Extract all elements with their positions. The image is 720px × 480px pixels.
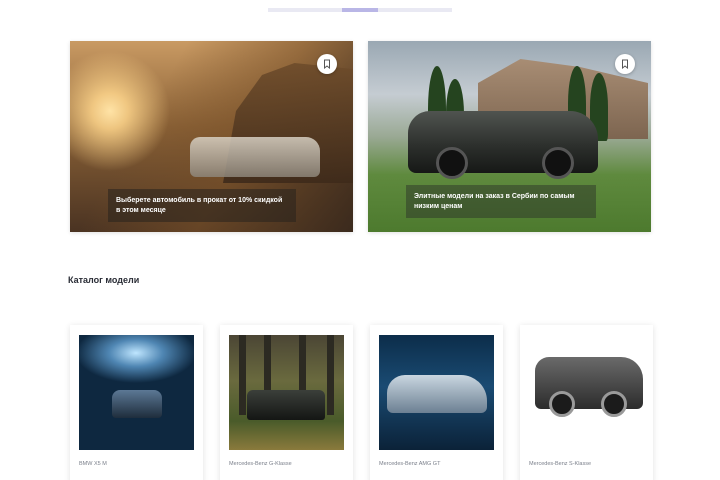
model-thumb-tree	[239, 335, 246, 415]
model-label: Mercedes-Benz S-Klasse	[529, 461, 592, 467]
model-thumbnail	[379, 335, 494, 450]
model-card[interactable]: Mercedes-Benz S-Klasse	[520, 325, 653, 480]
hero-card-rental-discount[interactable]: Выберете автомобиль в прокат от 10% скид…	[70, 41, 353, 232]
model-thumbnail	[529, 335, 644, 450]
hero-card-elite-models[interactable]: Элитные модели на заказ в Сербии по самы…	[368, 41, 651, 232]
hero-caption: Элитные модели на заказ в Сербии по самы…	[406, 185, 596, 218]
hero-photo-car	[190, 137, 320, 177]
model-car-image	[112, 390, 162, 418]
model-label: Mercedes-Benz G-Klasse	[229, 461, 292, 467]
hero-caption: Выберете автомобиль в прокат от 10% скид…	[108, 189, 296, 222]
bookmark-icon[interactable]	[317, 54, 337, 74]
model-thumbnail	[79, 335, 194, 450]
pager-dot-5[interactable]	[415, 8, 452, 12]
model-thumbnail	[229, 335, 344, 450]
model-thumb-tree	[327, 335, 334, 415]
model-label: BMW X5 M	[79, 461, 107, 467]
model-card[interactable]: BMW X5 M	[70, 325, 203, 480]
model-catalog: BMW X5 M Mercedes-Benz G-Klasse Mercedes…	[70, 325, 655, 480]
model-car-image	[247, 390, 325, 420]
model-car-image	[535, 357, 643, 417]
pager-dot-2[interactable]	[304, 8, 342, 12]
page: Выберете автомобиль в прокат от 10% скид…	[0, 0, 720, 480]
pager-dot-4[interactable]	[378, 8, 416, 12]
model-label: Mercedes-Benz AMG GT	[379, 461, 441, 467]
hero-photo-car	[408, 111, 598, 179]
carousel-pager	[268, 8, 452, 12]
section-title: Каталог модели	[68, 275, 140, 285]
bookmark-icon[interactable]	[615, 54, 635, 74]
model-card[interactable]: Mercedes-Benz AMG GT	[370, 325, 503, 480]
model-car-image	[387, 375, 487, 413]
hero-cards: Выберете автомобиль в прокат от 10% скид…	[70, 41, 651, 232]
pager-dot-1[interactable]	[268, 8, 305, 12]
model-card[interactable]: Mercedes-Benz G-Klasse	[220, 325, 353, 480]
pager-dot-3-active[interactable]	[341, 8, 379, 12]
